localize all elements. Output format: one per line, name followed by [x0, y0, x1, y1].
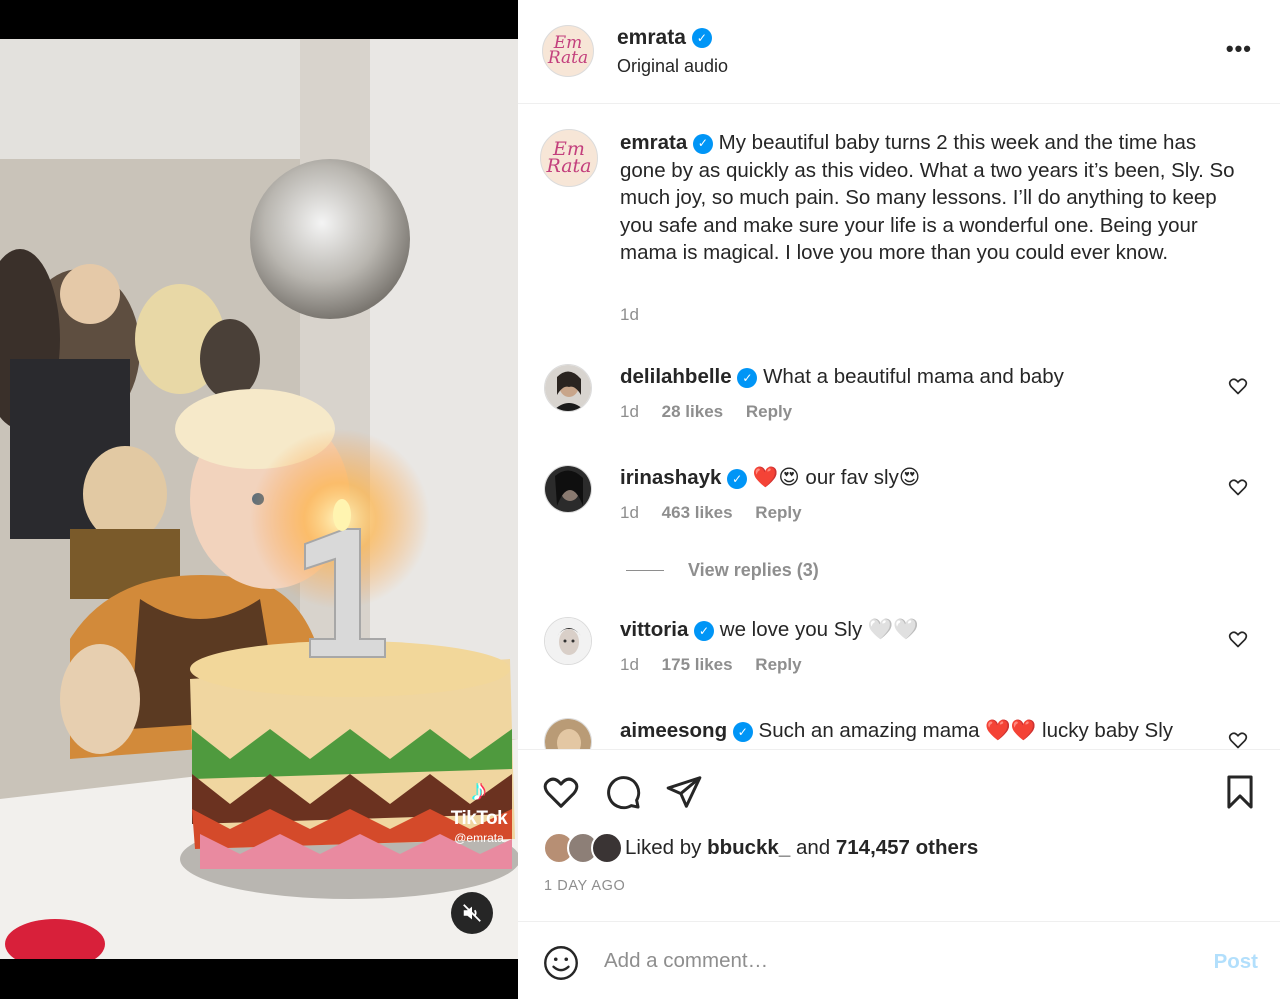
liked-by-prefix: Liked by [625, 836, 702, 859]
comment-likes[interactable]: 28 likes [662, 402, 723, 421]
verified-badge-icon: ✓ [692, 133, 713, 154]
audio-link[interactable]: Original audio [617, 56, 728, 77]
comments-list[interactable]: Em Rata emrata ✓ My beautiful baby turns… [518, 105, 1280, 749]
caption-body: My beautiful baby turns 2 this week and … [620, 131, 1235, 264]
comment-username[interactable]: aimeesong [620, 719, 727, 742]
liked-by-and: and [795, 836, 831, 859]
liked-by-user[interactable]: bbuckk_ [707, 836, 790, 860]
liker-avatar [591, 832, 623, 864]
comment-like-heart-icon[interactable] [1228, 629, 1248, 649]
tiktok-watermark: ♪ TikTok @emrata [444, 774, 514, 846]
comment-username[interactable]: vittoria [620, 618, 688, 641]
comment-body: ❤️😍 our fav sly😍 [752, 466, 921, 489]
comment-item: aimeesong ✓ Such an amazing mama ❤️❤️ lu… [540, 718, 1260, 749]
comment-item: irinashayk ✓ ❤️😍 our fav sly😍 1d 463 lik… [540, 465, 1260, 545]
verified-badge-icon: ✓ [727, 468, 748, 489]
post-timestamp[interactable]: 1 DAY AGO [544, 878, 625, 894]
commenter-avatar[interactable] [544, 617, 592, 665]
comment-text: irinashayk ✓ ❤️😍 our fav sly😍 [620, 465, 920, 491]
comment-like-heart-icon[interactable] [1228, 477, 1248, 497]
comment-time[interactable]: 1d [620, 655, 639, 674]
liker-avatars[interactable] [543, 832, 623, 864]
comment-body: we love you Sly 🤍🤍 [719, 618, 919, 641]
likes-summary: Liked by bbuckk_ and 714,457 others [543, 832, 978, 864]
post-side-panel: Em Rata emrata ✓ Original audio ••• Em R… [518, 0, 1280, 999]
verified-badge-icon: ✓ [694, 620, 715, 641]
post-comment-button[interactable]: Post [1214, 950, 1258, 974]
caption-text: emrata ✓ My beautiful baby turns 2 this … [620, 129, 1240, 267]
tiktok-handle: @emrata [454, 831, 504, 845]
share-icon[interactable] [665, 773, 703, 811]
verified-badge-icon: ✓ [732, 721, 753, 742]
avatar-logo-text-2: Rata [547, 48, 589, 68]
post-actions: Liked by bbuckk_ and 714,457 others 1 DA… [518, 749, 1280, 921]
avatar-logo-text-2: Rata [546, 155, 592, 177]
mute-button[interactable] [451, 892, 493, 934]
avatar-photo [545, 466, 591, 512]
comment-likes[interactable]: 175 likes [662, 655, 733, 674]
video-frame[interactable]: ♪ TikTok @emrata [0, 39, 518, 959]
verified-badge-icon: ✓ [691, 28, 712, 48]
more-horizontal-icon: ••• [1225, 36, 1252, 61]
author-username[interactable]: emrata ✓ [617, 26, 712, 50]
comment-reply-button[interactable]: Reply [746, 402, 792, 421]
view-replies-label[interactable]: View replies (3) [688, 560, 819, 581]
commenter-avatar[interactable] [544, 718, 592, 749]
tiktok-logo-icon: ♪ [471, 774, 487, 807]
caption-avatar[interactable]: Em Rata [540, 129, 598, 187]
comment-like-heart-icon[interactable] [1228, 730, 1248, 749]
comment-reply-button[interactable]: Reply [755, 503, 801, 522]
caption-username[interactable]: emrata [620, 131, 687, 154]
speaker-muted-icon [463, 904, 481, 922]
comment-item: vittoria ✓ we love you Sly 🤍🤍 1d 175 lik… [540, 617, 1260, 697]
comment-input[interactable] [604, 940, 1184, 982]
avatar-photo [545, 618, 591, 664]
verified-badge-icon: ✓ [737, 367, 758, 388]
comment-username[interactable]: delilahbelle [620, 365, 732, 388]
comment-time[interactable]: 1d [620, 402, 639, 421]
author-avatar[interactable]: Em Rata [542, 25, 594, 77]
comment-body: What a beautiful mama and baby [763, 365, 1064, 388]
bookmark-icon[interactable] [1221, 773, 1259, 811]
comment-time[interactable]: 1d [620, 503, 639, 522]
comment-meta: 1d 175 likes Reply [620, 655, 820, 675]
comment-meta: 1d 28 likes Reply [620, 402, 810, 422]
avatar-photo [545, 365, 591, 411]
add-comment-bar: Post [518, 921, 1280, 999]
comment-meta: 1d 463 likes Reply [620, 503, 820, 523]
view-replies-button[interactable]: View replies (3) [626, 560, 819, 581]
post-media[interactable]: ♪ TikTok @emrata [0, 0, 518, 999]
tiktok-brand: TikTok [450, 808, 508, 829]
more-options-button[interactable]: ••• [1226, 36, 1252, 62]
commenter-avatar[interactable] [544, 465, 592, 513]
avatar-photo [545, 719, 591, 749]
replies-divider-line [626, 570, 664, 571]
comment-text: aimeesong ✓ Such an amazing mama ❤️❤️ lu… [620, 718, 1173, 744]
comment-icon[interactable] [604, 773, 642, 811]
comment-likes[interactable]: 463 likes [662, 503, 733, 522]
comment-username[interactable]: irinashayk [620, 466, 721, 489]
comment-body: Such an amazing mama ❤️❤️ lucky baby Sly [758, 719, 1174, 742]
commenter-avatar[interactable] [544, 364, 592, 412]
comment-like-heart-icon[interactable] [1228, 376, 1248, 396]
liked-by-others[interactable]: 714,457 others [836, 836, 978, 860]
video-still-illustration [0, 39, 518, 959]
author-username-text[interactable]: emrata [617, 26, 686, 50]
smiley-icon[interactable] [543, 945, 579, 981]
comment-text: delilahbelle ✓ What a beautiful mama and… [620, 364, 1064, 390]
comment-item: delilahbelle ✓ What a beautiful mama and… [540, 364, 1260, 444]
heart-icon[interactable] [542, 773, 580, 811]
post-header: Em Rata emrata ✓ Original audio ••• [518, 0, 1280, 104]
comment-reply-button[interactable]: Reply [755, 655, 801, 674]
caption-time[interactable]: 1d [620, 305, 639, 325]
comment-text: vittoria ✓ we love you Sly 🤍🤍 [620, 617, 919, 643]
